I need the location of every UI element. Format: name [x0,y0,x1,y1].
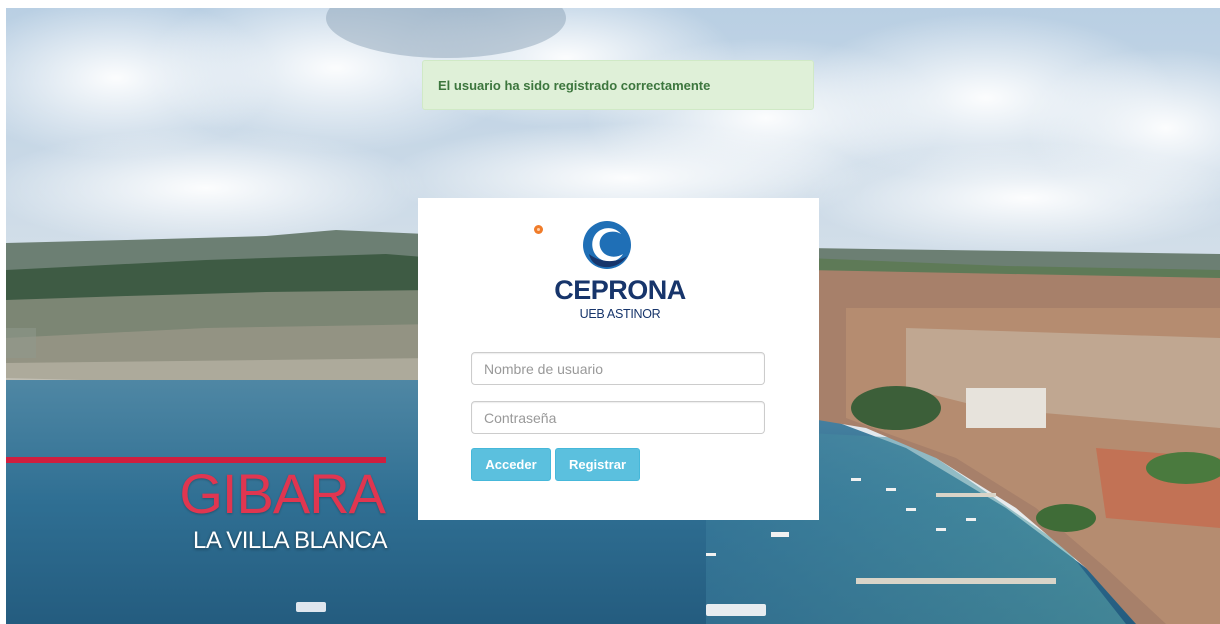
username-input[interactable] [471,352,765,385]
success-alert-message: El usuario ha sido registrado correctame… [438,78,711,93]
villa-blanca-subtitle: LA VILLA BLANCA [193,527,387,554]
gibara-title: GIBARA [179,462,386,525]
login-button[interactable]: Acceder [471,448,551,481]
login-card: CEPRONA UEB ASTINOR Acceder Registrar [418,198,819,520]
brand-subtitle: UEB ASTINOR [579,307,661,321]
register-button[interactable]: Registrar [555,448,640,481]
ceprona-logo-icon [581,218,633,272]
success-alert: El usuario ha sido registrado correctame… [422,60,814,110]
password-input[interactable] [471,401,765,434]
status-dot-icon [534,225,543,234]
brand-name: CEPRONA [554,275,686,305]
